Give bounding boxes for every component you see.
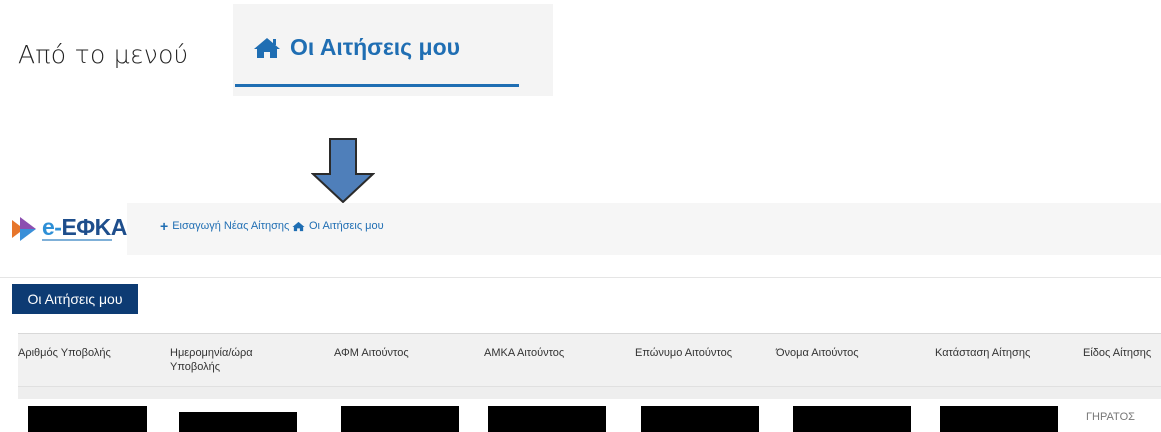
nav-my-applications[interactable]: Οι Αιτήσεις μου	[292, 220, 384, 232]
nav-new-application[interactable]: + Εισαγωγή Νέας Αίτησης	[160, 217, 290, 234]
column-header[interactable]: Είδος Αίτησης	[1083, 346, 1161, 360]
down-arrow-icon	[311, 138, 375, 204]
redacted-cell	[28, 406, 147, 432]
nav-my-applications-label: Οι Αιτήσεις μου	[309, 220, 384, 232]
logo-text: e-ΕΦΚΑ	[42, 214, 127, 240]
column-header[interactable]: Ημερομηνία/ώρα Υποβολής	[170, 346, 290, 374]
table-row[interactable]: ΓΗΡΑΤΟΣ	[18, 399, 1161, 432]
logo-tagline-line	[42, 239, 112, 241]
column-header[interactable]: Κατάσταση Αίτησης	[935, 346, 1055, 360]
redacted-cell	[341, 406, 459, 432]
efka-logo-mark-icon	[12, 217, 36, 241]
divider	[0, 277, 1161, 278]
column-header[interactable]: Αριθμός Υποβολής	[18, 346, 138, 360]
menu-zoom-callout: Οι Αιτήσεις μου	[233, 4, 553, 96]
column-header[interactable]: Επώνυμο Αιτούντος	[635, 346, 755, 360]
zoom-link-label: Οι Αιτήσεις μου	[290, 34, 461, 60]
plus-icon: +	[160, 217, 169, 234]
applications-table: Αριθμός Υποβολής Ημερομηνία/ώρα Υποβολής…	[18, 333, 1161, 432]
nav-new-application-label: Εισαγωγή Νέας Αίτησης	[172, 220, 290, 232]
column-header[interactable]: Όνομα Αιτούντος	[776, 346, 896, 360]
my-applications-title-button[interactable]: Οι Αιτήσεις μου	[12, 284, 138, 314]
column-header[interactable]: ΑΜΚΑ Αιτούντος	[484, 346, 604, 360]
zoom-active-underline	[235, 84, 519, 87]
redacted-cell	[793, 406, 911, 432]
redacted-cell	[940, 406, 1058, 432]
redacted-cell	[179, 412, 297, 432]
top-navbar: e-ΕΦΚΑ + Εισαγωγή Νέας Αίτησης Οι Αιτήσε…	[0, 203, 1161, 255]
zoom-my-applications-link[interactable]: Οι Αιτήσεις μου	[253, 34, 460, 61]
redacted-cell	[641, 406, 759, 432]
home-icon	[254, 37, 280, 58]
column-header[interactable]: ΑΦΜ Αιτούντος	[334, 346, 454, 360]
table-band	[18, 386, 1161, 399]
home-icon	[292, 221, 305, 231]
intro-text: Από το μενού	[18, 40, 189, 69]
logo[interactable]: e-ΕΦΚΑ	[0, 203, 127, 255]
application-type-cell: ΓΗΡΑΤΟΣ	[1086, 411, 1135, 423]
redacted-cell	[488, 406, 606, 432]
table-header: Αριθμός Υποβολής Ημερομηνία/ώρα Υποβολής…	[18, 333, 1161, 386]
